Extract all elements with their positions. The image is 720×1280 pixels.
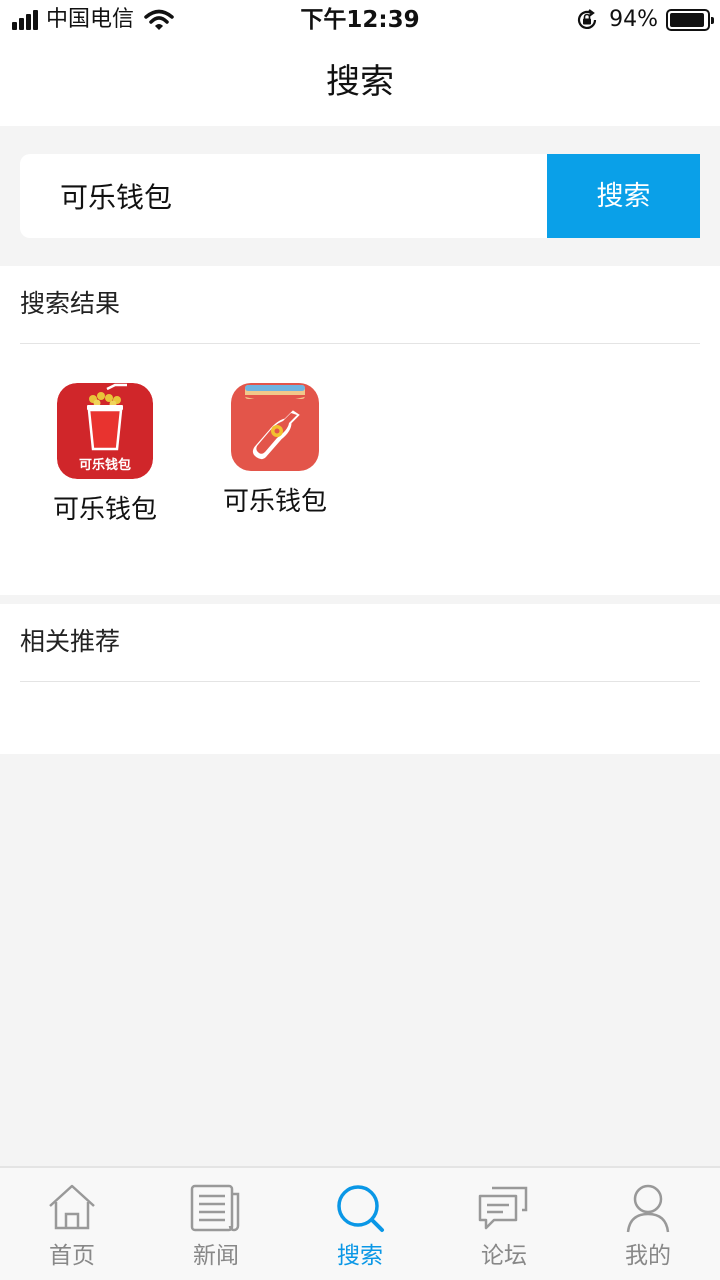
tab-label: 论坛	[481, 1243, 527, 1269]
nav-bar: 搜索	[0, 40, 720, 126]
search-input[interactable]	[20, 154, 547, 238]
user-icon	[626, 1184, 670, 1233]
cola-cup-app-icon: 可乐钱包	[57, 383, 153, 479]
tab-home[interactable]: 首页	[0, 1168, 144, 1280]
svg-text:可乐钱包: 可乐钱包	[79, 457, 131, 473]
search-icon	[337, 1185, 384, 1232]
home-icon	[49, 1184, 95, 1230]
related-title: 相关推荐	[20, 627, 121, 656]
tab-bar: 首页 新闻 搜索 论坛 我的	[0, 1166, 720, 1280]
search-results-title: 搜索结果	[20, 289, 121, 318]
divider	[20, 681, 700, 682]
result-app-item[interactable]: 可乐钱包	[210, 383, 340, 518]
tab-forum[interactable]: 论坛	[432, 1168, 576, 1280]
battery-icon	[666, 9, 714, 31]
tab-search[interactable]: 搜索	[288, 1168, 432, 1280]
status-bar: 中国电信 下午12:39 94%	[0, 0, 720, 40]
battery-fill	[670, 13, 704, 27]
chat-icon	[478, 1186, 528, 1230]
search-button[interactable]: 搜索	[547, 154, 700, 238]
tab-label: 新闻	[193, 1243, 239, 1269]
battery-percent: 94%	[609, 7, 658, 32]
page-title: 搜索	[326, 62, 394, 102]
status-right: 94%	[575, 7, 714, 33]
tab-label: 搜索	[337, 1243, 383, 1269]
divider	[20, 343, 700, 344]
tab-news[interactable]: 新闻	[144, 1168, 288, 1280]
cola-wallet-bottle-app-icon	[231, 383, 319, 471]
related-section: 相关推荐	[0, 604, 720, 754]
result-app-name: 可乐钱包	[222, 487, 327, 517]
search-results-section: 搜索结果 可乐钱包 可乐钱包 可乐钱包	[0, 266, 720, 595]
tab-label: 首页	[49, 1243, 95, 1269]
search-area: 搜索	[0, 126, 720, 266]
search-box	[20, 154, 547, 238]
result-app-item[interactable]: 可乐钱包 可乐钱包	[40, 383, 170, 526]
rotation-lock-icon	[578, 9, 597, 29]
tab-label: 我的	[625, 1243, 671, 1269]
news-icon	[190, 1184, 240, 1232]
tab-mine[interactable]: 我的	[576, 1168, 720, 1280]
result-app-name: 可乐钱包	[52, 495, 157, 525]
